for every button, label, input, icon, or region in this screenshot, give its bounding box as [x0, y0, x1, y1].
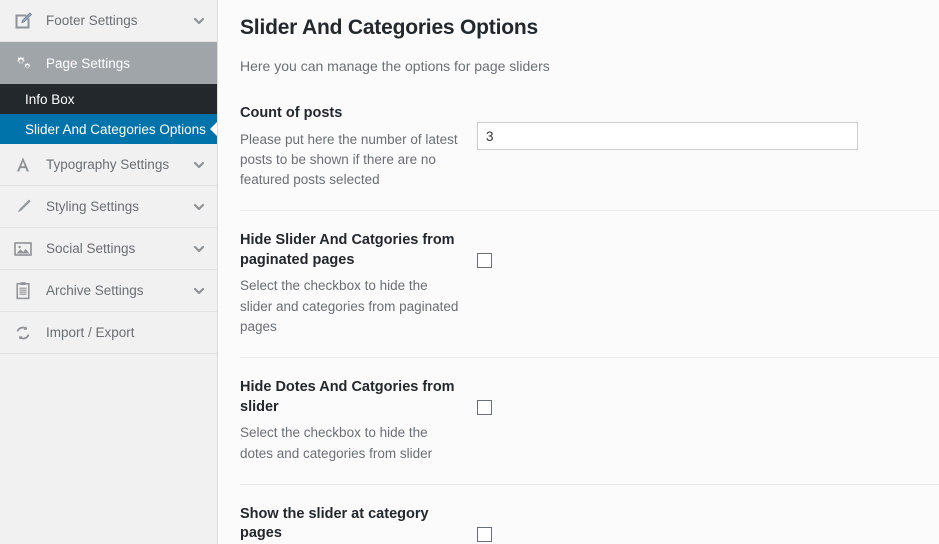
show-slider-at-category-pages-checkbox[interactable]	[477, 526, 492, 542]
sync-icon	[10, 322, 36, 344]
main-content: Slider And Categories Options Here you c…	[218, 0, 939, 544]
field-description: Select the checkbox to hide the slider a…	[240, 278, 459, 334]
field-control-group	[477, 505, 939, 542]
chevron-down-icon[interactable]	[191, 242, 207, 256]
field-label-group: Show the slider at category pages Select…	[240, 505, 477, 544]
chevron-down-icon[interactable]	[191, 200, 207, 214]
active-pointer-arrow-icon	[210, 121, 217, 137]
sidebar-item-import-export[interactable]: Import / Export	[0, 312, 217, 354]
sidebar-item-footer-settings[interactable]: Footer Settings	[0, 0, 217, 42]
field-control-group	[477, 104, 939, 150]
field-row-hide-dotes-and-categories: Hide Dotes And Catgories from slider Sel…	[240, 378, 939, 485]
brush-icon	[10, 196, 36, 218]
edit-square-icon	[10, 10, 36, 32]
sidebar-item-typography-settings[interactable]: Typography Settings	[0, 144, 217, 186]
field-control-group	[477, 231, 939, 269]
page-subtitle: Here you can manage the options for page…	[240, 58, 550, 74]
field-description: Please put here the number of latest pos…	[240, 131, 458, 188]
chevron-down-icon[interactable]	[191, 14, 207, 28]
sidebar-subitem-label: Slider And Categories Options	[25, 121, 206, 137]
sidebar-item-label: Footer Settings	[46, 13, 138, 28]
field-control-group	[477, 378, 939, 416]
field-title: Hide Dotes And Catgories from slider	[240, 379, 455, 415]
clipboard-icon	[10, 280, 36, 302]
sidebar-item-label: Page Settings	[46, 55, 131, 71]
sidebar-subitem-info-box[interactable]: Info Box	[0, 84, 217, 114]
sidebar-subitem-label: Info Box	[25, 91, 75, 107]
sidebar: Footer Settings Page Settings Info Box S…	[0, 0, 218, 544]
sidebar-item-label: Typography Settings	[46, 157, 170, 172]
field-label-group: Count of posts Please put here the numbe…	[240, 104, 477, 190]
sidebar-item-archive-settings[interactable]: Archive Settings	[0, 270, 217, 312]
sidebar-item-styling-settings[interactable]: Styling Settings	[0, 186, 217, 228]
typography-a-icon	[10, 154, 36, 176]
sidebar-item-label: Styling Settings	[46, 199, 140, 214]
field-title: Hide Slider And Catgories from paginated…	[240, 232, 455, 268]
hide-slider-and-categories-checkbox[interactable]	[477, 253, 492, 269]
sidebar-subitem-slider-and-categories-options[interactable]: Slider And Categories Options	[0, 114, 217, 144]
gears-icon	[10, 52, 36, 74]
admin-options-page: Footer Settings Page Settings Info Box S…	[0, 0, 939, 544]
field-row-show-slider-at-category-pages: Show the slider at category pages Select…	[240, 505, 939, 544]
field-label-group: Hide Slider And Catgories from paginated…	[240, 231, 477, 337]
sidebar-item-label: Social Settings	[46, 241, 136, 256]
sidebar-item-label: Archive Settings	[46, 283, 144, 298]
count-of-posts-input[interactable]	[477, 122, 858, 150]
hide-dotes-and-categories-checkbox[interactable]	[477, 400, 492, 416]
field-row-count-of-posts: Count of posts Please put here the numbe…	[240, 104, 939, 212]
chevron-down-icon[interactable]	[191, 284, 207, 298]
sidebar-item-label: Import / Export	[46, 325, 135, 340]
sidebar-item-social-settings[interactable]: Social Settings	[0, 228, 217, 270]
image-icon	[10, 238, 36, 260]
field-title: Show the slider at category pages	[240, 505, 429, 542]
page-title: Slider And Categories Options	[240, 16, 538, 39]
chevron-down-icon[interactable]	[191, 158, 207, 172]
field-description: Select the checkbox to hide the dotes an…	[240, 425, 433, 461]
field-row-hide-slider-and-categories: Hide Slider And Catgories from paginated…	[240, 231, 939, 359]
field-title: Count of posts	[240, 105, 343, 121]
field-label-group: Hide Dotes And Catgories from slider Sel…	[240, 378, 477, 464]
sidebar-item-page-settings[interactable]: Page Settings	[0, 42, 217, 84]
